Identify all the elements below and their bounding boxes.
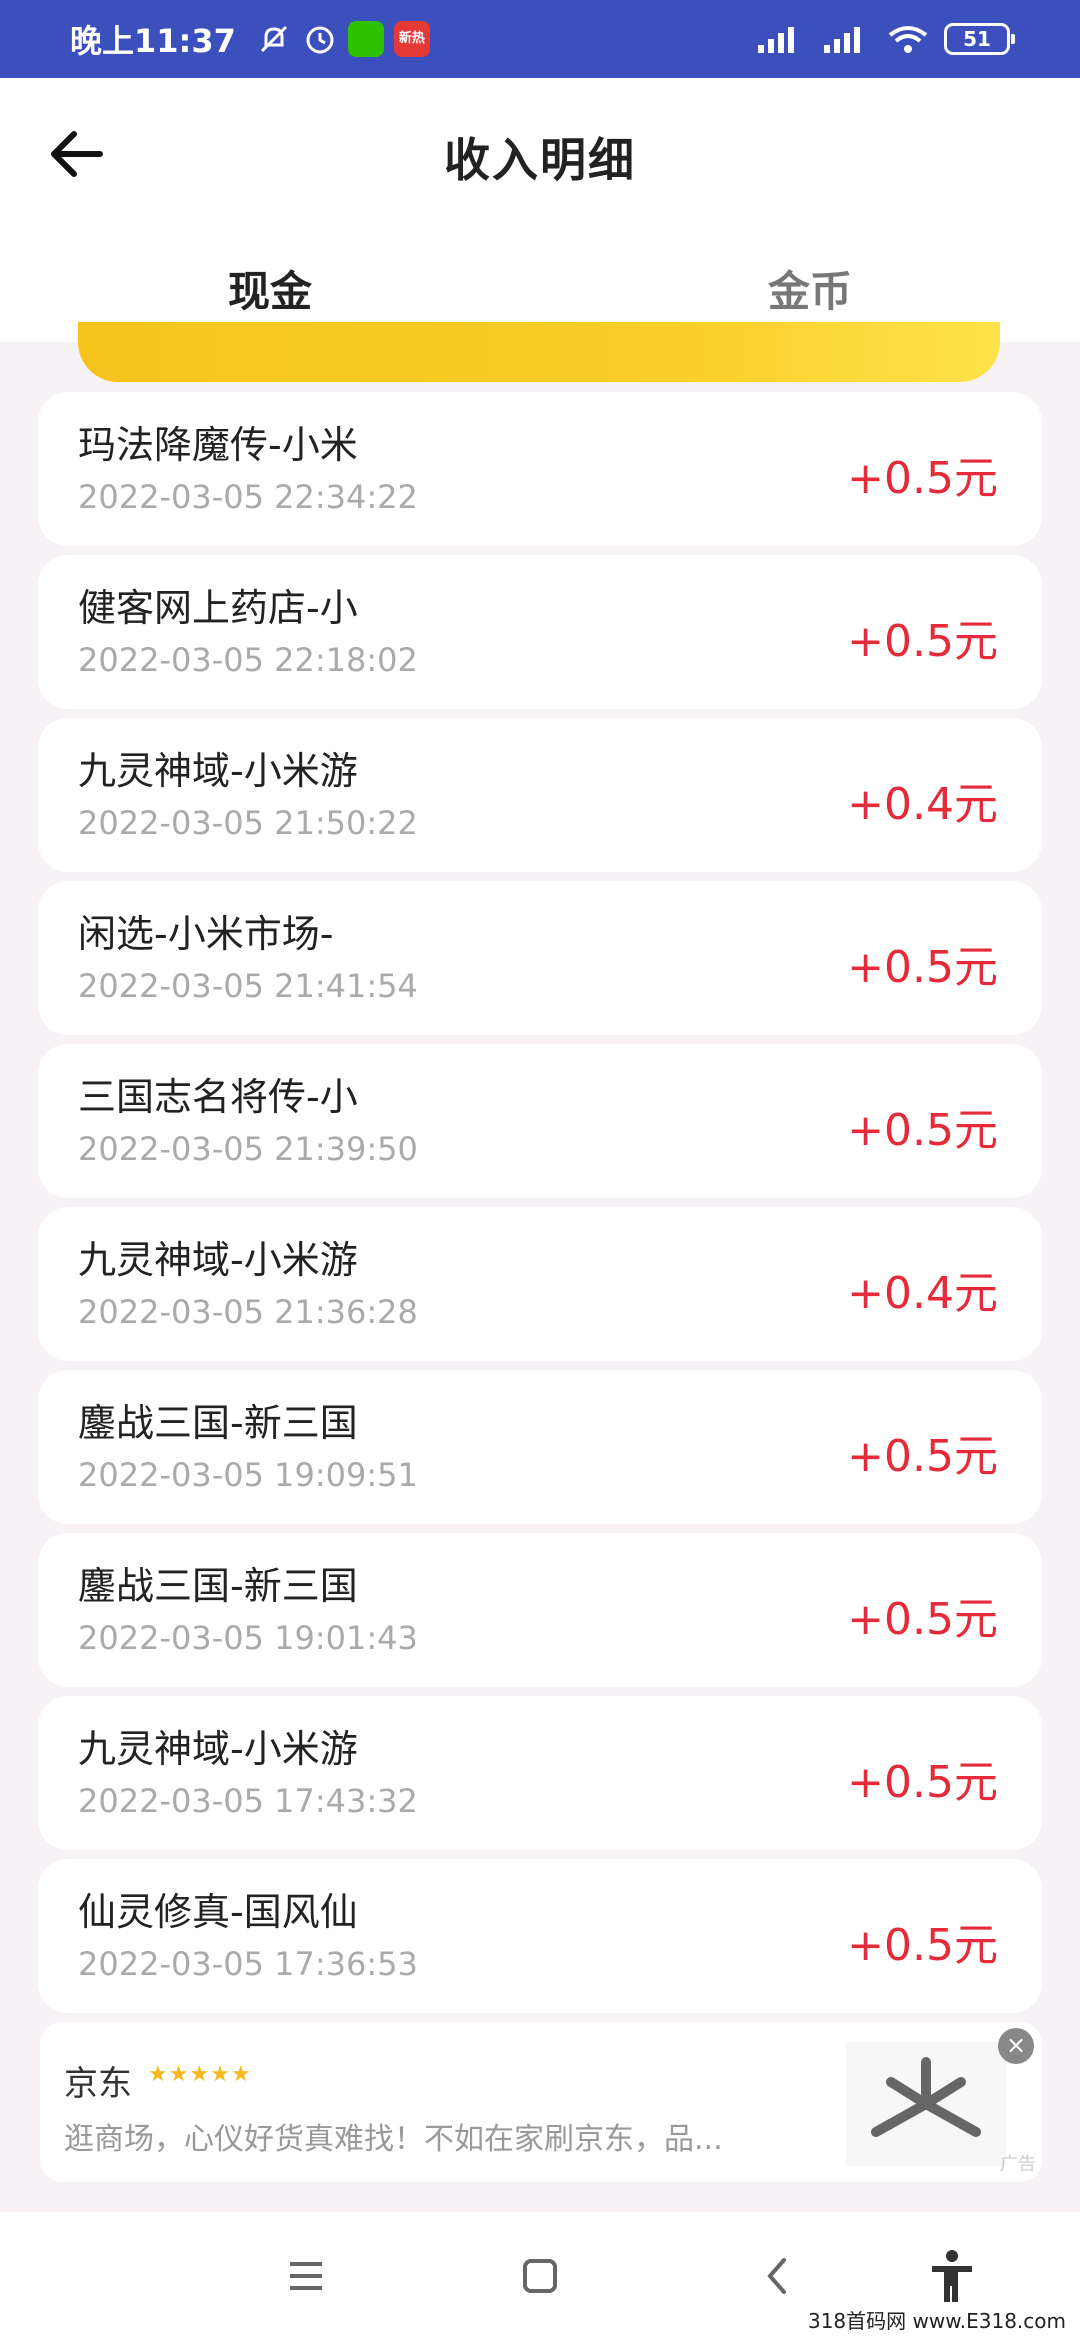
list-item[interactable]: 九灵神域-小米游 2022-03-05 21:36:28 +0.4元 xyxy=(38,1207,1042,1361)
close-icon[interactable]: × xyxy=(998,2028,1034,2064)
ad-brand: 京东 xyxy=(64,2064,132,2104)
record-time: 2022-03-05 21:50:22 xyxy=(78,804,418,842)
record-time: 2022-03-05 19:01:43 xyxy=(78,1619,418,1657)
ad-product-image xyxy=(846,2042,1006,2166)
record-amount: +0.5元 xyxy=(847,453,998,504)
record-name: 闲选-小米市场- xyxy=(78,912,334,956)
list-item[interactable]: 三国志名将传-小 2022-03-05 21:39:50 +0.5元 xyxy=(38,1044,1042,1198)
tab-cash[interactable]: 现金 xyxy=(120,258,420,319)
watermark: 318首码网 www.E318.com xyxy=(801,2303,1072,2336)
record-amount: +0.5元 xyxy=(847,1757,998,1808)
record-time: 2022-03-05 22:18:02 xyxy=(78,641,418,679)
record-amount: +0.5元 xyxy=(847,616,998,667)
record-time: 2022-03-05 17:43:32 xyxy=(78,1782,418,1820)
news-app-icon: 新热 xyxy=(393,21,430,57)
record-amount: +0.5元 xyxy=(847,1920,998,1971)
record-name: 鏖战三国-新三国 xyxy=(78,1564,358,1608)
record-name: 九灵神域-小米游 xyxy=(78,749,358,793)
record-name: 仙灵修真-国风仙 xyxy=(78,1890,358,1934)
record-amount: +0.5元 xyxy=(847,942,998,993)
list-item[interactable]: 闲选-小米市场- 2022-03-05 21:41:54 +0.5元 xyxy=(38,881,1042,1035)
ad-description: 逛商场，心仪好货真难找！不如在家刷京东，品... xyxy=(64,2122,723,2157)
status-bar: 晚上11:37 新热 51 xyxy=(0,0,1080,78)
list-item[interactable]: 鏖战三国-新三国 2022-03-05 19:09:51 +0.5元 xyxy=(38,1370,1042,1524)
list-item[interactable]: 健客网上药店-小 2022-03-05 22:18:02 +0.5元 xyxy=(38,555,1042,709)
ad-label: 广告 xyxy=(1000,2154,1036,2175)
list-item[interactable]: 仙灵修真-国风仙 2022-03-05 17:36:53 +0.5元 xyxy=(38,1859,1042,2013)
record-time: 2022-03-05 21:39:50 xyxy=(78,1130,418,1168)
wechat-icon xyxy=(347,21,384,57)
record-name: 九灵神域-小米游 xyxy=(78,1238,358,1282)
system-navigation-bar: 318首码网 www.E318.com xyxy=(0,2212,1080,2340)
mute-icon xyxy=(260,25,287,53)
record-time: 2022-03-05 21:36:28 xyxy=(78,1293,418,1331)
list-item[interactable]: 九灵神域-小米游 2022-03-05 17:43:32 +0.5元 xyxy=(38,1696,1042,1850)
list-item[interactable]: 玛法降魔传-小米 2022-03-05 22:34:22 +0.5元 xyxy=(38,392,1042,546)
tab-coins[interactable]: 金币 xyxy=(660,258,960,319)
list-item[interactable]: 九灵神域-小米游 2022-03-05 21:50:22 +0.4元 xyxy=(38,718,1042,872)
record-amount: +0.4元 xyxy=(847,779,998,830)
ad-banner[interactable]: 京东 ★★★★★ 逛商场，心仪好货真难找！不如在家刷京东，品... × 广告 xyxy=(40,2022,1042,2182)
record-time: 2022-03-05 21:41:54 xyxy=(78,967,418,1005)
wifi-icon xyxy=(888,26,928,53)
alarm-icon xyxy=(306,26,334,54)
record-time: 2022-03-05 22:34:22 xyxy=(78,478,418,516)
record-amount: +0.5元 xyxy=(847,1431,998,1482)
record-name: 健客网上药店-小 xyxy=(78,586,358,630)
record-time: 2022-03-05 19:09:51 xyxy=(78,1456,418,1494)
star-rating-icon: ★★★★★ xyxy=(148,2062,252,2087)
back-icon[interactable] xyxy=(748,2246,808,2306)
accessibility-icon[interactable] xyxy=(922,2246,982,2306)
list-item[interactable]: 鏖战三国-新三国 2022-03-05 19:01:43 +0.5元 xyxy=(38,1533,1042,1687)
page-title: 收入明细 xyxy=(444,133,636,187)
record-amount: +0.4元 xyxy=(847,1268,998,1319)
record-name: 玛法降魔传-小米 xyxy=(78,423,358,467)
header: 收入明细 xyxy=(0,78,1080,238)
signal-icon xyxy=(824,27,860,53)
record-amount: +0.5元 xyxy=(847,1105,998,1156)
record-name: 九灵神域-小米游 xyxy=(78,1727,358,1771)
menu-icon[interactable] xyxy=(276,2246,336,2306)
battery-indicator: 51 xyxy=(944,23,1015,55)
record-name: 三国志名将传-小 xyxy=(78,1075,358,1119)
record-name: 鏖战三国-新三国 xyxy=(78,1401,358,1445)
status-time: 晚上11:37 xyxy=(70,22,236,60)
income-record-list: 玛法降魔传-小米 2022-03-05 22:34:22 +0.5元 健客网上药… xyxy=(38,392,1042,2022)
summary-banner xyxy=(78,322,1000,382)
record-time: 2022-03-05 17:36:53 xyxy=(78,1945,418,1983)
home-icon[interactable] xyxy=(510,2246,570,2306)
signal-hd-icon xyxy=(758,27,794,53)
record-amount: +0.5元 xyxy=(847,1594,998,1645)
